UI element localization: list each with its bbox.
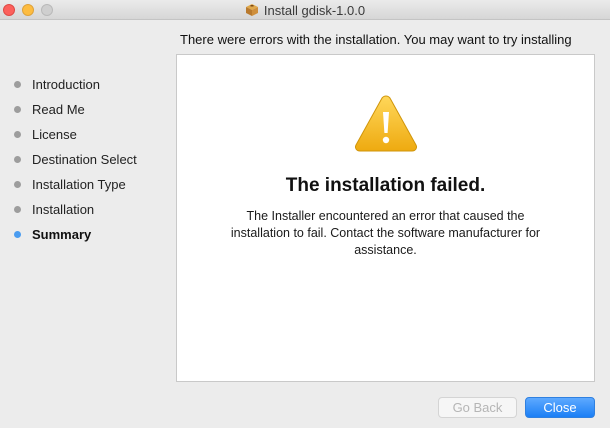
step-label: License <box>32 127 77 142</box>
step-dot <box>14 106 21 113</box>
content-panel: The installation failed. The Installer e… <box>176 54 595 382</box>
sidebar-step-introduction: Introduction <box>0 72 176 97</box>
failure-title: The installation failed. <box>285 175 486 196</box>
step-label: Installation Type <box>32 177 126 192</box>
close-button[interactable]: Close <box>525 397 595 418</box>
sidebar: Introduction Read Me License Destination… <box>0 72 176 247</box>
step-label: Installation <box>32 202 95 217</box>
go-back-button[interactable]: Go Back <box>438 397 517 418</box>
window-title: Install gdisk-1.0.0 <box>263 2 366 18</box>
step-label: Destination Select <box>32 152 137 167</box>
sidebar-step-destination-select: Destination Select <box>0 147 176 172</box>
step-label: Read Me <box>32 102 85 117</box>
sidebar-step-read-me: Read Me <box>0 97 176 122</box>
sidebar-step-installation: Installation <box>0 197 176 222</box>
sidebar-step-license: License <box>0 122 176 147</box>
step-label: Summary <box>32 227 92 242</box>
sidebar-step-summary: Summary <box>0 222 176 247</box>
step-dot <box>14 156 21 163</box>
current-step-dot <box>14 231 21 238</box>
step-dot <box>14 131 21 138</box>
warning-icon <box>355 95 417 152</box>
package-icon <box>245 4 258 16</box>
failure-message: The Installer encountered an error that … <box>230 209 541 257</box>
status-headline: There were errors with the installation.… <box>180 32 572 47</box>
window-title-wrap: Install gdisk-1.0.0 <box>0 0 610 20</box>
title-bar: Install gdisk-1.0.0 <box>0 0 610 20</box>
step-dot <box>14 81 21 88</box>
sidebar-step-installation-type: Installation Type <box>0 172 176 197</box>
step-dot <box>14 206 21 213</box>
step-label: Introduction <box>32 77 100 92</box>
step-dot <box>14 181 21 188</box>
